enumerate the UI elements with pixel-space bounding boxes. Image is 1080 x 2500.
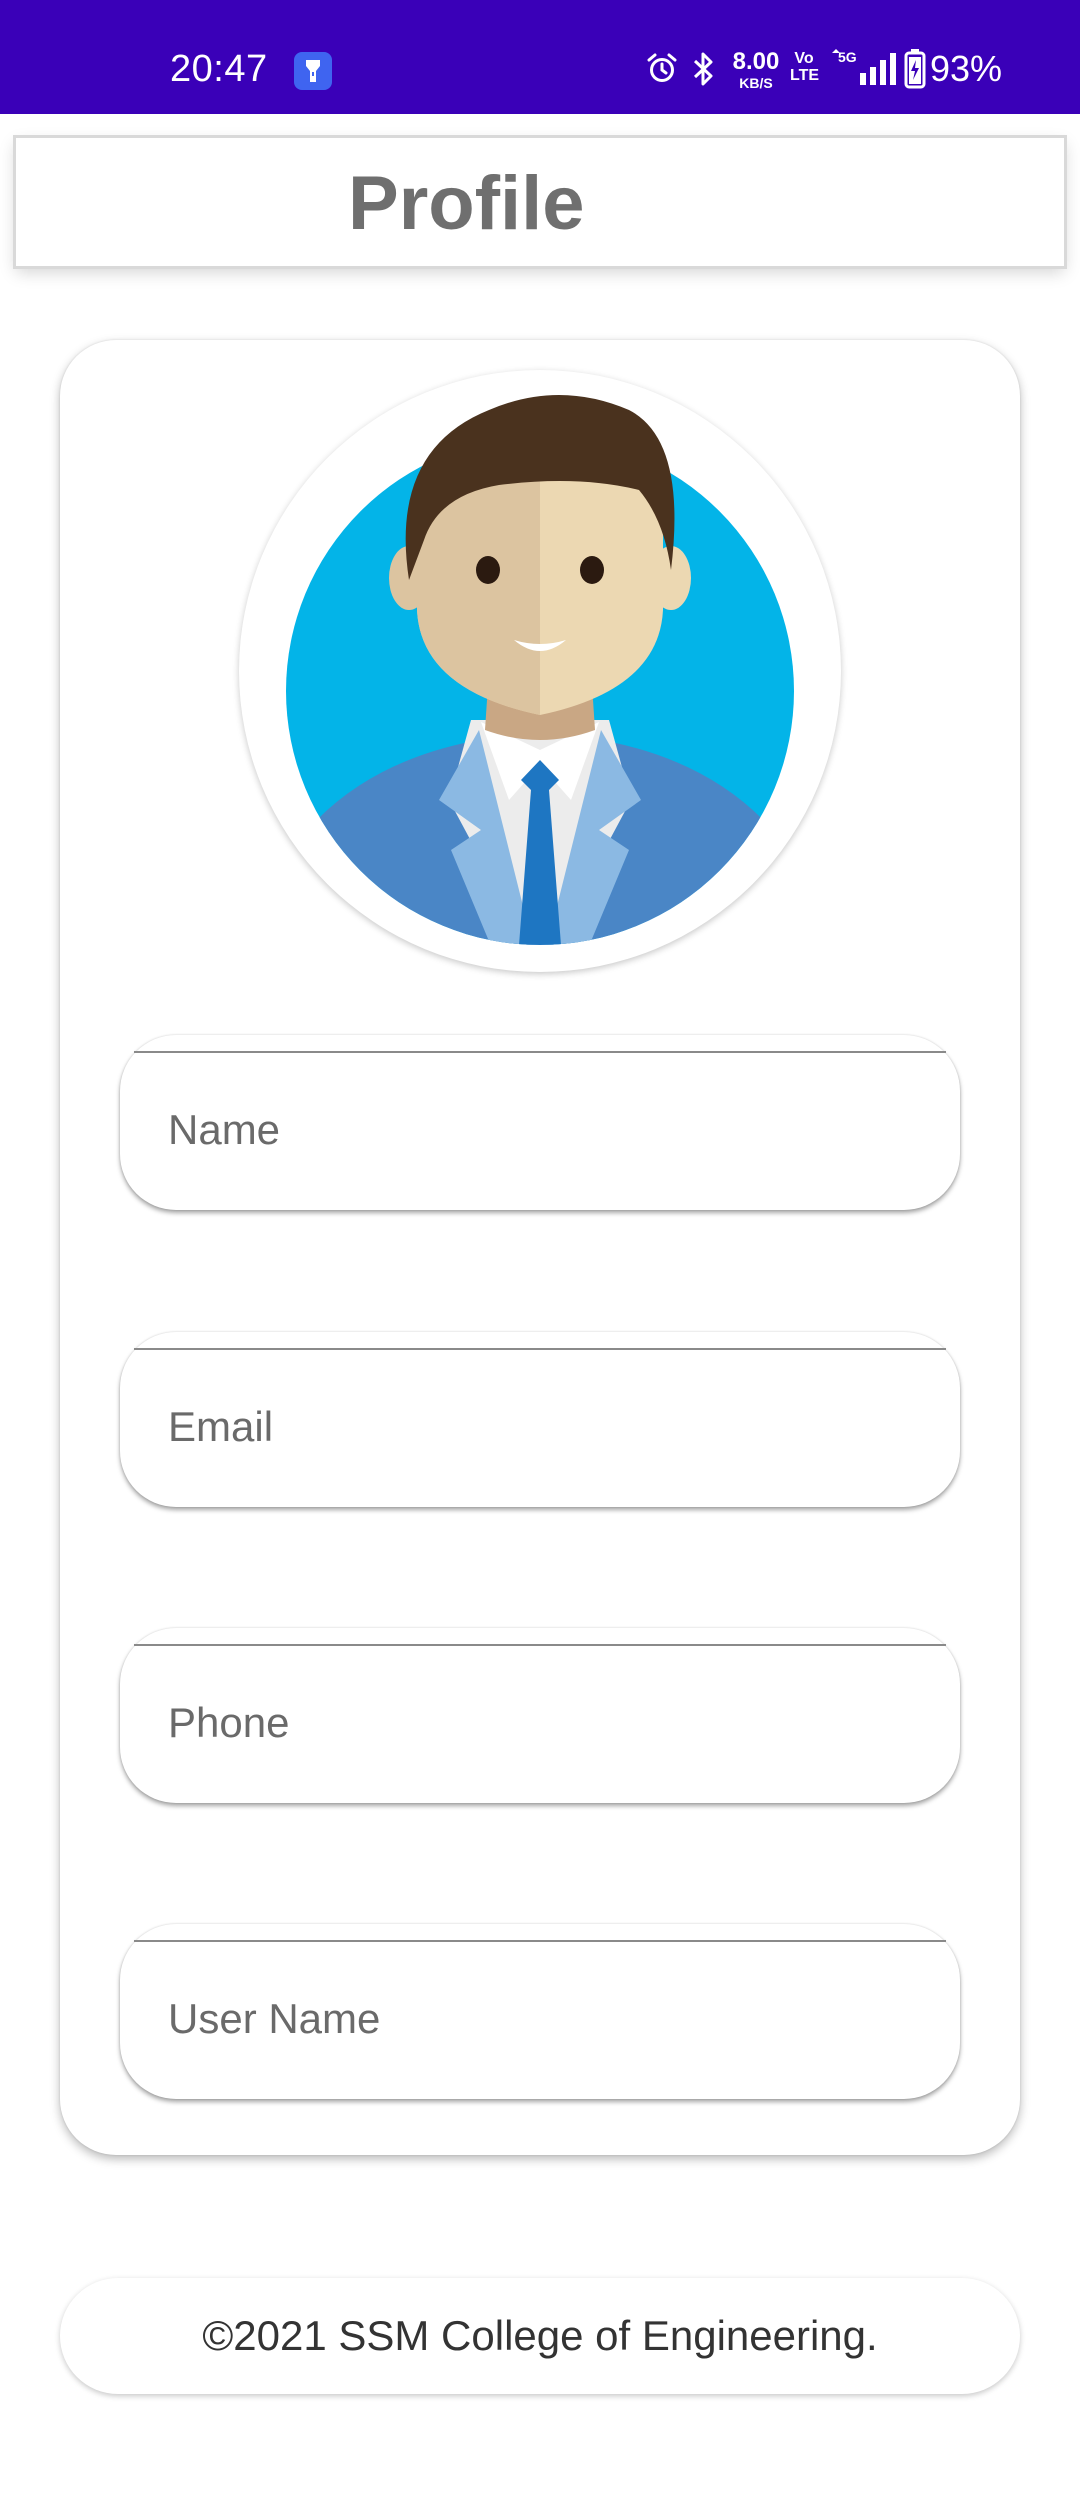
name-field[interactable] [120, 1035, 960, 1210]
username-field[interactable] [120, 1924, 960, 2099]
network-speed-value: 8.00 [732, 48, 780, 75]
phone-field[interactable] [120, 1628, 960, 1803]
app-header: Profile [16, 138, 1064, 266]
user-avatar-icon [286, 395, 794, 945]
email-field-container [120, 1332, 960, 1507]
avatar[interactable] [239, 370, 841, 972]
bluetooth-icon [693, 52, 713, 86]
footer-copyright: ©2021 SSM College of Engineering. [60, 2278, 1020, 2394]
network-speed: 8.00 KB/S [728, 48, 784, 91]
battery-percent: 93% [930, 48, 1003, 89]
name-field-container [120, 1035, 960, 1210]
volte-bottom-label: LTE [790, 67, 820, 84]
alarm-icon [647, 53, 677, 82]
torch-icon [294, 52, 332, 90]
phone-field-container [120, 1628, 960, 1803]
email-field[interactable] [120, 1332, 960, 1507]
network-speed-unit: KB/S [739, 75, 773, 91]
signal-icon: 5G [832, 49, 896, 85]
username-field-container [120, 1924, 960, 2099]
page-title: Profile [348, 161, 585, 246]
status-time: 20:47 [170, 48, 268, 90]
volte-indicator: Vo LTE [790, 50, 820, 84]
status-bar: 20:47 8.00 KB/S Vo LTE 5G 93% [0, 0, 1080, 114]
battery-icon [904, 49, 926, 89]
network-type-label: 5G [838, 49, 857, 65]
profile-card [60, 340, 1020, 2155]
volte-top-label: Vo [794, 50, 814, 67]
